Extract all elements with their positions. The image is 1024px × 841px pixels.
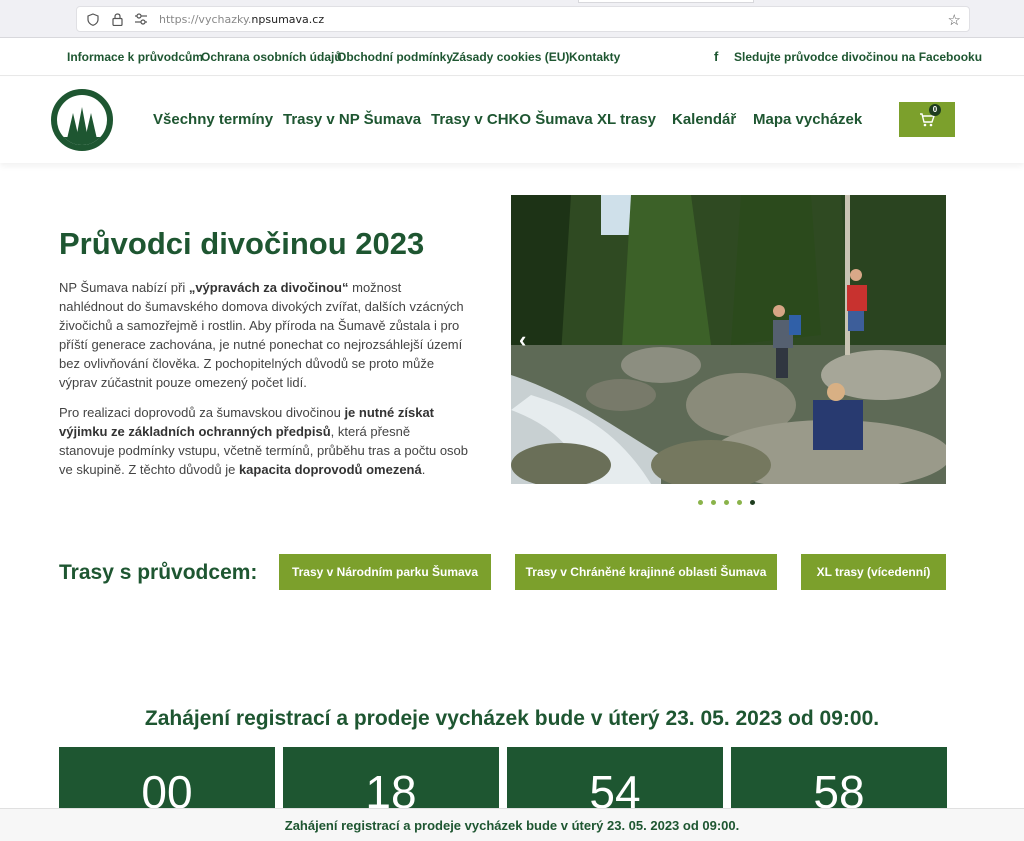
top-links-bar: Informace k průvodcům Ochrana osobních ú… <box>0 38 1024 76</box>
countdown-seconds: 58 <box>731 747 947 818</box>
intro-text-bold: „výpravách za divočinou“ <box>188 280 349 295</box>
bookmark-star-icon[interactable]: ☆ <box>948 11 961 29</box>
countdown-minutes: 54 <box>507 747 723 818</box>
site-logo[interactable] <box>51 89 113 151</box>
intro-paragraph: NP Šumava nabízí při „výpravách za divoč… <box>59 278 469 392</box>
permit-paragraph: Pro realizaci doprovodů za šumavskou div… <box>59 403 469 479</box>
toplink-facebook[interactable]: Sledujte průvodce divočinou na Facebooku <box>734 50 982 64</box>
cart-button[interactable]: 0 <box>899 102 955 137</box>
shield-icon[interactable] <box>85 11 101 27</box>
toplink-privacy[interactable]: Ochrana osobních údajů <box>201 50 342 64</box>
toplink-cookies[interactable]: Zásady cookies (EU) <box>452 50 569 64</box>
routes-heading: Trasy s průvodcem: <box>59 561 258 584</box>
toplink-contacts[interactable]: Kontakty <box>569 50 620 64</box>
logo-tree-emblem <box>57 95 107 145</box>
nav-calendar[interactable]: Kalendář <box>672 111 736 128</box>
sticky-notice-bar: Zahájení registrací a prodeje vycházek b… <box>0 808 1024 841</box>
cart-count-badge: 0 <box>929 104 941 116</box>
permit-text-a: Pro realizaci doprovodů za šumavskou div… <box>59 405 345 420</box>
permit-text-e: . <box>421 462 426 477</box>
browser-toolbar: https://vychazky.npsumava.cz ☆ <box>0 0 1024 38</box>
image-slider[interactable]: ‹ <box>511 195 946 484</box>
toplink-guide-info[interactable]: Informace k průvodcům <box>67 50 203 64</box>
np-routes-button[interactable]: Trasy v Národním parku Šumava <box>279 554 491 590</box>
url-text[interactable]: https://vychazky.npsumava.cz <box>159 13 324 26</box>
slider-dot[interactable] <box>724 500 729 505</box>
capacity-text-bold: kapacita doprovodů omezená <box>238 462 422 477</box>
xl-routes-button[interactable]: XL trasy (vícedenní) <box>801 554 946 590</box>
slider-dot[interactable] <box>711 500 716 505</box>
address-bar[interactable]: https://vychazky.npsumava.cz ☆ <box>76 6 970 32</box>
countdown-hours: 18 <box>283 747 499 818</box>
page-title: Průvodci divočinou 2023 <box>59 226 425 261</box>
slider-dot-active[interactable] <box>750 500 755 505</box>
slider-prev-arrow[interactable]: ‹ <box>519 327 526 353</box>
nav-map[interactable]: Mapa vycházek <box>753 111 862 128</box>
intro-text-a: NP Šumava nabízí při <box>59 280 189 295</box>
registration-title: Zahájení registrací a prodeje vycházek b… <box>144 707 880 730</box>
nav-chko-routes[interactable]: Trasy v CHKO Šumava <box>431 111 593 128</box>
slider-dot[interactable] <box>698 500 703 505</box>
nav-np-routes[interactable]: Trasy v NP Šumava <box>283 111 421 128</box>
chko-routes-button[interactable]: Trasy v Chráněné krajinné oblasti Šumava <box>515 554 777 590</box>
toplink-terms[interactable]: Obchodní podmínky <box>337 50 453 64</box>
url-prefix: https://vychazky. <box>159 12 252 26</box>
slider-dots <box>698 500 755 505</box>
browser-tab-edge <box>578 0 754 3</box>
facebook-icon[interactable]: f <box>714 49 718 64</box>
permissions-icon[interactable] <box>133 11 149 27</box>
intro-text-c: možnost nahlédnout do šumavského domova … <box>59 280 464 390</box>
nav-all-dates[interactable]: Všechny termíny <box>153 111 273 128</box>
site-header: Všechny termíny Trasy v NP Šumava Trasy … <box>0 77 1024 163</box>
lock-icon[interactable] <box>109 11 125 27</box>
countdown-days: 00 <box>59 747 275 818</box>
slider-dot[interactable] <box>737 500 742 505</box>
slide-photo-hikers-river <box>511 195 946 484</box>
url-domain: npsumava.cz <box>251 12 325 26</box>
nav-xl-routes[interactable]: XL trasy <box>597 111 656 128</box>
